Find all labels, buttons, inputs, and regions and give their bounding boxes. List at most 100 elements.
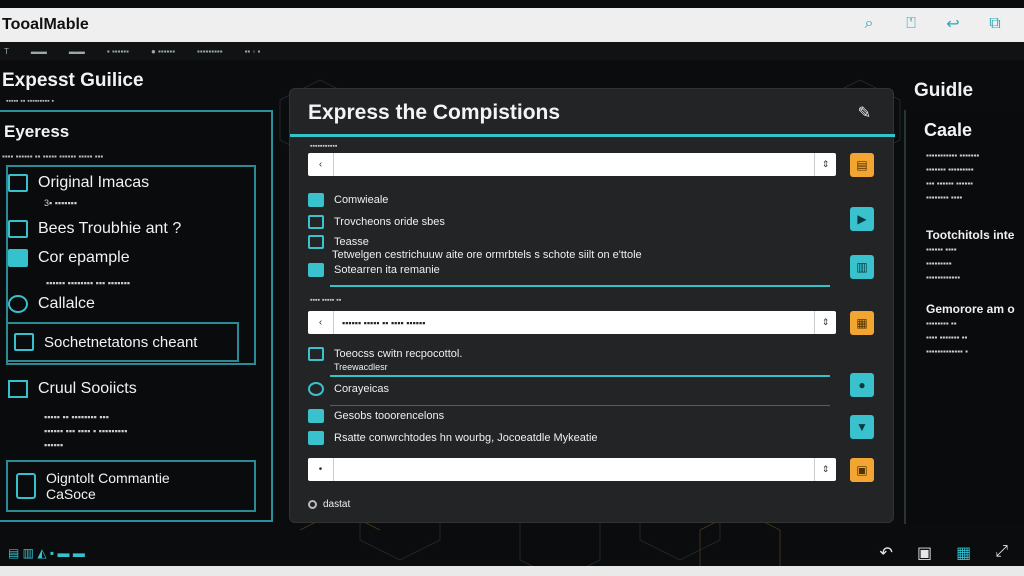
- bottom-edge: [0, 566, 1024, 576]
- list-item-label: Sotearren ita remanie: [334, 264, 440, 276]
- teal-action-1[interactable]: ▶: [850, 207, 874, 231]
- grid-icon[interactable]: ▦: [956, 543, 971, 563]
- list-item: Tetwelgen cestrichuuw aite ore ormrbtels…: [332, 249, 642, 261]
- status-text: dastat: [323, 499, 351, 510]
- list-item-label: Comwieale: [334, 194, 389, 206]
- stepper-icon[interactable]: ⇕: [814, 311, 836, 334]
- status-indicator: dastat: [308, 499, 350, 510]
- list-item[interactable]: Rsatte conwrchtodes hn wourbg, Jocoeatdl…: [308, 431, 598, 445]
- toolbar: T ▬▬ ▬▬ ▪ ▪▪▪▪▪▪ ● ▪▪▪▪▪▪ ▪▪▪▪▪▪▪▪▪ ▪▪ ◦…: [0, 42, 1024, 60]
- toolbar-item-3[interactable]: ▬▬: [69, 47, 85, 56]
- toolbar-item-1[interactable]: T: [4, 47, 9, 56]
- divider: [330, 375, 830, 377]
- list-item[interactable]: Comwieale: [308, 193, 388, 207]
- bookmark-icon[interactable]: ⍞: [900, 13, 922, 35]
- list-item: Treewacdlesr: [334, 362, 388, 372]
- field-lead: ‹: [308, 153, 334, 176]
- list-item-label: Trovcheons oride sbes: [334, 216, 445, 228]
- right-panel-text: ▪▪▪▪▪▪▪▪▪▪▪▪: [926, 273, 961, 282]
- card-title: Express the Compistions: [308, 101, 561, 124]
- section-note: ▪▪▪▪▪▪: [44, 440, 64, 450]
- search-icon[interactable]: ⌕: [858, 13, 880, 35]
- card-title-rule: [290, 134, 895, 137]
- stepper-icon[interactable]: ⇕: [814, 458, 836, 481]
- right-panel-text: ▪▪▪▪▪▪▪▪ ▪▪: [926, 319, 957, 328]
- main-card: Express the Compistions ✎ ▪▪▪▪▪▪▪▪▪▪▪ ‹ …: [289, 88, 895, 523]
- right-panel-title: Caale: [924, 120, 973, 140]
- right-panel: Caale ▪▪▪▪▪▪▪▪▪▪▪ ▪▪▪▪▪▪▪ ▪▪▪▪▪▪▪ ▪▪▪▪▪▪…: [904, 110, 1024, 524]
- file-icon: [8, 249, 28, 267]
- home-icon: [14, 333, 34, 351]
- sidebar-item-label: Callalce: [38, 295, 95, 312]
- divider: [330, 285, 830, 287]
- teal-action-4[interactable]: ▼: [850, 415, 874, 439]
- list-item-label: Treewacdlesr: [334, 362, 388, 372]
- sidebar-item-note: ▪▪▪▪▪▪ ▪▪▪▪▪▪▪▪ ▪▪▪ ▪▪▪▪▪▪▪: [46, 278, 131, 288]
- list-item-label: Tetwelgen cestrichuuw aite ore ormrbtels…: [332, 249, 642, 261]
- app-title: TooalMable: [2, 16, 89, 33]
- sidebar-item-original[interactable]: Original Imacas: [8, 174, 149, 192]
- list-item[interactable]: Toeocss cwitn recpocottol.: [308, 347, 462, 361]
- text-field-1[interactable]: ‹ ⇕: [308, 153, 836, 176]
- bottom-right-tools: ↶ ▣ ▦ ⤢: [880, 543, 1008, 563]
- right-panel-subheading: Gemorore am o: [926, 302, 1015, 316]
- square-icon: [8, 380, 28, 398]
- list-item[interactable]: Corayeicas: [308, 382, 389, 396]
- expand-icon[interactable]: ⤢: [995, 543, 1008, 563]
- checkbox-icon: [308, 235, 324, 249]
- text-field-3[interactable]: • ⇕: [308, 458, 836, 481]
- edit-icon[interactable]: ✎: [858, 103, 871, 123]
- cycle-icon: [8, 295, 28, 313]
- teal-action-3[interactable]: ●: [850, 373, 874, 397]
- sidebar-item-troubleshoot[interactable]: Bees Troubhie ant ?: [8, 220, 181, 238]
- list-item[interactable]: Gesobs tooorencelons: [308, 409, 444, 423]
- footer-item-label: Oigntolt Commantie CaSoce: [46, 470, 170, 502]
- toolbar-item-4[interactable]: ▪ ▪▪▪▪▪▪: [107, 47, 129, 56]
- list-item[interactable]: Sotearren ita remanie: [308, 263, 440, 277]
- status-dot-icon: [308, 500, 317, 509]
- sidebar-item-label: Original Imacas: [38, 174, 150, 191]
- section-title: Cruul Sooiicts: [38, 380, 137, 397]
- toolbar-item-6[interactable]: ▪▪▪▪▪▪▪▪▪: [197, 47, 223, 56]
- folder-icon: [8, 174, 28, 192]
- right-panel-text: ▪▪▪▪▪▪▪▪▪▪▪ ▪▪▪▪▪▪▪: [926, 151, 980, 160]
- list-item[interactable]: Teasse: [308, 235, 369, 249]
- right-panel-text: ▪▪▪▪▪▪▪▪ ▪▪▪▪: [926, 193, 963, 202]
- sidebar-item-label: Cor epample: [38, 249, 130, 266]
- toolbar-item-5[interactable]: ● ▪▪▪▪▪▪: [151, 47, 175, 56]
- toolbar-item-2[interactable]: ▬▬: [31, 47, 47, 56]
- bottom-bar: ▤ ▥ ◭ ▪ ▬ ▬ ↶ ▣ ▦ ⤢: [0, 540, 1024, 566]
- section-sources[interactable]: Cruul Sooiicts: [8, 380, 137, 398]
- right-panel-text: ▪▪▪ ▪▪▪▪▪▪ ▪▪▪▪▪▪: [926, 179, 973, 188]
- right-panel-text: ▪▪▪▪▪▪▪ ▪▪▪▪▪▪▪▪▪: [926, 165, 974, 174]
- right-panel-text: ▪▪▪▪▪▪▪▪▪▪▪▪▪ ▪: [926, 347, 968, 356]
- right-panel-text: ▪▪▪▪ ▪▪▪▪▪▪▪ ▪▪: [926, 333, 968, 342]
- divider: [330, 405, 830, 406]
- teal-action-2[interactable]: ▥: [850, 255, 874, 279]
- bottom-left-tools[interactable]: ▤ ▥ ◭ ▪ ▬ ▬: [0, 546, 85, 560]
- field-lead: •: [308, 458, 334, 481]
- list-item[interactable]: Trovcheons oride sbes: [308, 215, 445, 229]
- orange-action-1[interactable]: ▤: [850, 153, 874, 177]
- left-heading: Expesst Guilice: [2, 70, 144, 91]
- field-value: ▪▪▪▪▪▪ ▪▪▪▪▪ ▪▪ ▪▪▪▪ ▪▪▪▪▪▪: [342, 317, 426, 328]
- orange-action-3[interactable]: ▣: [850, 458, 874, 482]
- left-panel: Eyeress ▪▪▪▪ ▪▪▪▪▪▪ ▪▪ ▪▪▪▪▪ ▪▪▪▪▪▪ ▪▪▪▪…: [0, 110, 273, 522]
- toolbar-item-7[interactable]: ▪▪ ◦ ▪: [245, 47, 261, 56]
- window-icon[interactable]: ⧉: [984, 13, 1006, 35]
- stepper-icon[interactable]: ⇕: [814, 153, 836, 176]
- text-field-2[interactable]: ‹ ▪▪▪▪▪▪ ▪▪▪▪▪ ▪▪ ▪▪▪▪ ▪▪▪▪▪▪ ⇕: [308, 311, 836, 334]
- title-bar: TooalMable ⌕ ⍞ ↩ ⧉: [0, 8, 1024, 42]
- undo-icon[interactable]: ↶: [880, 543, 893, 563]
- field-label: ▪▪▪▪ ▪▪▪▪▪ ▪▪: [310, 297, 342, 304]
- section-note: ▪▪▪▪▪ ▪▪ ▪▪▪▪▪▪▪▪ ▪▪▪: [44, 412, 109, 422]
- list-item-label: Corayeicas: [334, 383, 390, 395]
- share-icon[interactable]: ↩: [942, 13, 964, 35]
- sidebar-item-example[interactable]: Cor epample: [8, 249, 130, 267]
- sidebar-item-selected[interactable]: Sochetnetatons cheant: [6, 322, 239, 362]
- checkbox-icon: [308, 431, 324, 445]
- image-icon[interactable]: ▣: [917, 543, 932, 563]
- orange-action-2[interactable]: ▦: [850, 311, 874, 335]
- sidebar-item-calculate[interactable]: Callalce: [8, 295, 95, 313]
- footer-item-box[interactable]: Oigntolt Commantie CaSoce: [6, 460, 256, 512]
